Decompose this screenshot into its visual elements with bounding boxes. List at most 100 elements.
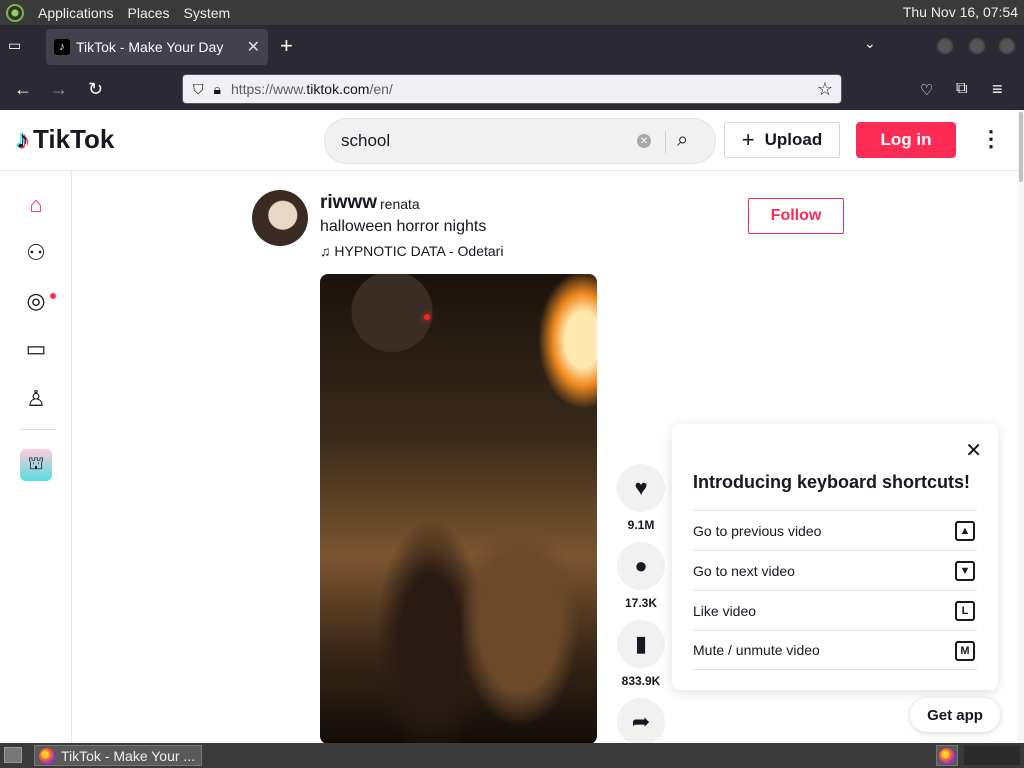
- up-key-icon: ▲: [955, 521, 975, 541]
- get-app-button[interactable]: Get app: [910, 698, 1000, 732]
- upload-button[interactable]: + Upload: [724, 122, 840, 158]
- forward-arrow-icon[interactable]: →: [50, 79, 68, 100]
- system-menu[interactable]: System: [184, 5, 231, 21]
- post-nickname[interactable]: renata: [380, 196, 420, 212]
- shield-icon[interactable]: ⛉: [193, 81, 204, 98]
- shortcut-label: Mute / unmute video: [693, 642, 820, 658]
- browser-tab-bar: ▭ ♪ TikTok - Make Your Day ✕ + ⌄: [0, 25, 1024, 69]
- like-count: 9.1M: [627, 518, 655, 532]
- show-desktop-icon[interactable]: [4, 747, 22, 763]
- list-all-tabs-icon[interactable]: ⌄: [864, 35, 876, 52]
- shortcut-label: Go to next video: [693, 562, 795, 579]
- search-input[interactable]: school: [325, 131, 625, 151]
- shortcut-row: Go to previous video ▲: [693, 510, 977, 550]
- profile-icon[interactable]: ♙: [22, 385, 50, 413]
- effect-house-icon[interactable]: ⛫: [20, 449, 52, 481]
- tray-firefox-button[interactable]: [936, 745, 958, 766]
- shortcut-row: Mute / unmute video M: [693, 630, 977, 670]
- pocket-icon[interactable]: ♡: [920, 81, 933, 99]
- live-video-icon[interactable]: ▭: [22, 335, 50, 363]
- maximize-window-button[interactable]: [968, 37, 986, 55]
- scrollbar-thumb[interactable]: [1019, 112, 1023, 182]
- url-bar[interactable]: ⛉ 🔒︎ https://www. tiktok.com/en/ ☆: [182, 74, 842, 104]
- close-window-button[interactable]: [998, 37, 1016, 55]
- post-username[interactable]: riwww: [320, 192, 377, 214]
- browser-nav-bar: ← → ↻ ⛉ 🔒︎ https://www. tiktok.com/en/ ☆ …: [0, 69, 1024, 110]
- firefox-icon: [39, 747, 55, 764]
- tiktok-favicon-icon: ♪: [54, 39, 70, 55]
- tab-title: TikTok - Make Your Day: [76, 39, 224, 55]
- share-button[interactable]: ➦: [617, 698, 665, 743]
- left-sidebar: ⌂ ⚇ ◎ ▭ ♙ ⛫: [0, 171, 72, 743]
- more-options-icon[interactable]: ⋮: [980, 126, 1002, 152]
- upload-label: Upload: [764, 130, 823, 149]
- bookmark-star-icon[interactable]: ☆: [817, 79, 833, 100]
- taskbar-window-button[interactable]: TikTok - Make Your ...: [34, 745, 202, 766]
- avatar[interactable]: [252, 190, 308, 246]
- workspace-switcher[interactable]: [964, 746, 1020, 765]
- l-key-icon: L: [955, 601, 975, 621]
- reload-icon[interactable]: ↻: [88, 79, 103, 100]
- follow-button[interactable]: Follow: [748, 198, 844, 234]
- music-label: HYPNOTIC DATA - Odetari: [334, 243, 504, 259]
- comment-count: 17.3K: [624, 596, 658, 610]
- tiktok-page: ♪ TikTok school ✕ ⌕ + Upload Log in ⋮ ⌂ …: [0, 110, 1024, 743]
- tiktok-logo[interactable]: ♪ TikTok: [16, 124, 114, 155]
- shortcuts-title: Introducing keyboard shortcuts!: [693, 472, 971, 492]
- shortcut-label: Go to previous video: [693, 522, 822, 539]
- login-button[interactable]: Log in: [856, 122, 956, 158]
- post-music[interactable]: ♫ HYPNOTIC DATA - Odetari: [320, 243, 503, 259]
- m-key-icon: M: [955, 641, 975, 661]
- back-arrow-icon[interactable]: ←: [14, 79, 32, 100]
- home-icon[interactable]: ⌂: [22, 191, 50, 219]
- sidebar-divider: [20, 429, 56, 430]
- tiktok-header: ♪ TikTok school ✕ ⌕ + Upload Log in ⋮: [0, 110, 1024, 171]
- minimize-window-button[interactable]: [936, 37, 954, 55]
- firefox-icon: [939, 747, 955, 764]
- applications-menu[interactable]: Applications: [38, 5, 114, 21]
- share-arrow-icon: ➦: [631, 709, 651, 734]
- bottom-taskbar: TikTok - Make Your ...: [0, 743, 1024, 768]
- tiktok-note-icon: ♪: [16, 124, 29, 154]
- shortcut-label: Like video: [693, 602, 757, 619]
- comment-button[interactable]: ●: [617, 542, 665, 590]
- close-icon[interactable]: ✕: [965, 438, 982, 463]
- shortcut-row: Go to next video ▼: [693, 550, 977, 590]
- lock-icon[interactable]: 🔒︎: [214, 81, 221, 98]
- following-icon[interactable]: ⚇: [22, 239, 50, 267]
- new-tab-button[interactable]: +: [280, 33, 293, 59]
- video-player[interactable]: [320, 274, 597, 743]
- tab-list-icon[interactable]: ▭: [8, 37, 21, 54]
- close-tab-icon[interactable]: ✕: [247, 37, 260, 57]
- browser-tab[interactable]: ♪ TikTok - Make Your Day ✕: [46, 29, 268, 65]
- taskbar-window-label: TikTok - Make Your ...: [61, 747, 196, 764]
- search-icon[interactable]: ⌕: [677, 129, 688, 152]
- url-prefix: https://www.: [230, 81, 307, 97]
- save-count: 833.9K: [621, 674, 661, 688]
- app-menu-icon[interactable]: ≡: [992, 79, 1003, 100]
- save-button[interactable]: ▮: [617, 620, 665, 668]
- comment-icon: ●: [634, 553, 648, 578]
- clock[interactable]: Thu Nov 16, 07:54: [903, 4, 1018, 20]
- search-divider: [665, 131, 666, 153]
- extensions-icon[interactable]: ⧉: [956, 80, 967, 98]
- gnome-logo-icon: [6, 3, 24, 22]
- page-scrollbar[interactable]: [1018, 110, 1024, 743]
- url-path: /en/: [369, 81, 393, 97]
- video-frame-detail: [424, 314, 430, 320]
- heart-icon: ♥: [634, 475, 648, 500]
- keyboard-shortcuts-popup: ✕ Introducing keyboard shortcuts! Go to …: [672, 424, 998, 690]
- like-button[interactable]: ♥: [617, 464, 665, 512]
- places-menu[interactable]: Places: [128, 5, 170, 21]
- music-note-icon: ♫: [320, 243, 335, 259]
- down-key-icon: ▼: [955, 561, 975, 581]
- clear-search-icon[interactable]: ✕: [637, 134, 651, 148]
- post-caption: halloween horror nights: [320, 218, 487, 235]
- system-top-bar: Applications Places System Thu Nov 16, 0…: [0, 0, 1024, 25]
- search-bar[interactable]: school ✕ ⌕: [324, 118, 716, 164]
- notification-dot: [50, 293, 56, 299]
- tiktok-logo-text: TikTok: [33, 124, 115, 154]
- url-host: tiktok.com: [306, 81, 370, 97]
- plus-icon: +: [741, 127, 755, 152]
- explore-compass-icon[interactable]: ◎: [22, 287, 50, 315]
